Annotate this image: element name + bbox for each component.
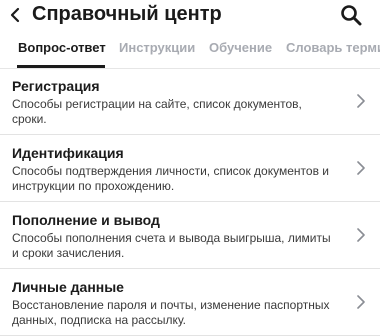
- chevron-left-icon[interactable]: [8, 4, 22, 26]
- item-title: Личные данные: [12, 279, 124, 295]
- item-description: Способы подтверждения личности, список д…: [12, 164, 329, 193]
- tab-faq[interactable]: Вопрос-ответ: [18, 40, 106, 55]
- chevron-right-icon: [356, 228, 366, 242]
- list-item-registration[interactable]: Регистрация Способы регистрации на сайте…: [0, 68, 380, 135]
- chevron-right-icon: [356, 161, 366, 175]
- search-icon[interactable]: [340, 4, 362, 26]
- help-topic-list: Регистрация Способы регистрации на сайте…: [0, 68, 380, 336]
- item-title: Идентификация: [12, 145, 124, 161]
- list-item-deposit-withdrawal[interactable]: Пополнение и вывод Способы пополнения сч…: [0, 202, 380, 269]
- item-description: Восстановление пароля и почты, изменение…: [12, 298, 330, 327]
- item-description: Способы регистрации на сайте, список док…: [12, 97, 302, 126]
- chevron-right-icon: [356, 295, 366, 309]
- tab-instructions[interactable]: Инструкции: [119, 40, 195, 55]
- list-item-personal-data[interactable]: Личные данные Восстановление пароля и по…: [0, 269, 380, 336]
- page-title: Справочный центр: [32, 3, 222, 25]
- tab-learning[interactable]: Обучение: [209, 40, 272, 55]
- chevron-right-icon: [356, 94, 366, 108]
- tab-bar: Вопрос-ответ Инструкции Обучение Словарь…: [0, 36, 380, 69]
- item-title: Регистрация: [12, 78, 100, 94]
- list-item-identification[interactable]: Идентификация Способы подтверждения личн…: [0, 135, 380, 202]
- item-description: Способы пополнения счета и вывода выигры…: [12, 231, 331, 260]
- tab-glossary[interactable]: Словарь терми: [286, 40, 380, 55]
- item-title: Пополнение и вывод: [12, 212, 160, 228]
- header-bar: Справочный центр: [0, 0, 380, 36]
